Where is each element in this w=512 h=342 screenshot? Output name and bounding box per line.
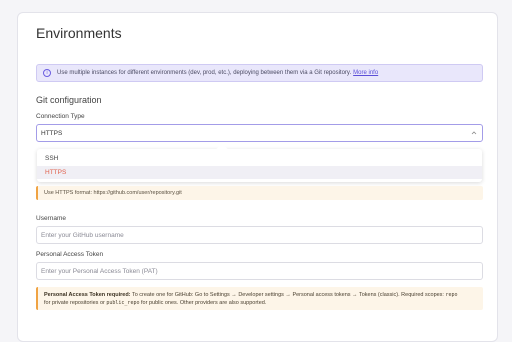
notice-code-repo: repo xyxy=(445,292,458,298)
more-info-link[interactable]: More info xyxy=(353,70,378,76)
username-field[interactable]: Enter your GitHub username xyxy=(36,226,483,244)
option-ssh[interactable]: SSH xyxy=(37,152,482,165)
git-configuration-heading: Git configuration xyxy=(36,95,102,105)
notice-code-public-repo: public_repo xyxy=(106,300,140,306)
notice-text-3: for public ones. Other providers are als… xyxy=(139,300,267,306)
connection-type-select[interactable]: HTTPS xyxy=(36,124,483,142)
notice-text-2: for private repositories or xyxy=(44,300,107,306)
token-label: Personal Access Token xyxy=(36,251,104,258)
connection-type-dropdown: SSH HTTPS xyxy=(37,143,482,182)
token-field[interactable]: Enter your Personal Access Token (PAT) xyxy=(36,262,483,280)
notice-title: Personal Access Token required: xyxy=(44,292,131,298)
chevron-up-icon xyxy=(471,131,477,135)
page-title: Environments xyxy=(36,25,122,41)
connection-type-label: Connection Type xyxy=(36,113,85,120)
connection-type-value: HTTPS xyxy=(41,129,63,137)
token-required-notice: Personal Access Token required: To creat… xyxy=(36,287,483,310)
https-format-hint: Use HTTPS format: https://github.com/use… xyxy=(36,186,483,200)
notice-text-1: To create one for GitHub: Go to Settings… xyxy=(130,292,446,298)
info-banner: i Use multiple instances for different e… xyxy=(36,64,483,82)
option-https[interactable]: HTTPS xyxy=(37,166,482,179)
username-label: Username xyxy=(36,215,66,222)
info-icon: i xyxy=(43,69,51,77)
info-text: Use multiple instances for different env… xyxy=(57,70,352,76)
